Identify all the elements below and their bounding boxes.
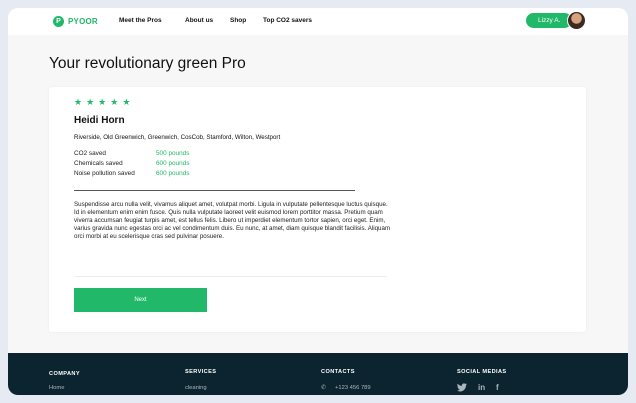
footer-heading-company: COMPANY xyxy=(49,371,80,377)
stat-value: 600 pounds xyxy=(156,160,190,167)
footer-heading-contacts: CONTACTS xyxy=(321,369,355,375)
footer: COMPANY Home SERVICES cleaning CONTACTS … xyxy=(8,353,628,395)
app-frame: P PYOOR Meet the Pros About us Shop Top … xyxy=(8,8,628,395)
footer-heading-social: SOCIAL MEDIAS xyxy=(457,369,507,375)
logo-icon: P xyxy=(53,16,64,27)
pro-description: Suspendisse arcu nulla velit, vivamus al… xyxy=(74,201,391,241)
stat-label: Chemicals saved xyxy=(74,160,123,167)
stat-value: 500 pounds xyxy=(156,150,190,157)
footer-link-home[interactable]: Home xyxy=(49,385,64,391)
facebook-icon[interactable]: f xyxy=(496,383,499,392)
stat-label: Noise pollution saved xyxy=(74,170,135,177)
pro-card: ★ ★ ★ ★ ★ Heidi Horn Riverside, Old Gree… xyxy=(49,87,586,332)
footer-heading-services: SERVICES xyxy=(185,369,217,375)
phone-icon: ✆ xyxy=(321,385,327,391)
user-menu-button[interactable]: Lizzy A. xyxy=(526,13,572,28)
avatar[interactable] xyxy=(567,11,586,30)
next-button[interactable]: Next xyxy=(74,288,207,312)
linkedin-icon[interactable]: in xyxy=(478,383,485,392)
star-icon: ★ xyxy=(122,97,131,107)
stat-label: CO2 saved xyxy=(74,150,106,157)
star-icon: ★ xyxy=(110,97,119,107)
star-icon: ★ xyxy=(86,97,95,107)
nav-link-about-us[interactable]: About us xyxy=(185,17,213,24)
logo-text: PYOOR xyxy=(68,17,98,26)
divider xyxy=(74,276,387,277)
nav-link-shop[interactable]: Shop xyxy=(230,17,246,24)
divider xyxy=(74,190,355,191)
pro-name: Heidi Horn xyxy=(74,115,125,126)
twitter-icon[interactable] xyxy=(457,383,467,394)
star-icon: ★ xyxy=(74,97,83,107)
top-nav: P PYOOR Meet the Pros About us Shop Top … xyxy=(8,8,628,35)
nav-link-top-co2-savers[interactable]: Top CO2 savers xyxy=(263,17,312,24)
logo[interactable]: P PYOOR xyxy=(53,16,98,27)
rating-stars: ★ ★ ★ ★ ★ xyxy=(74,98,130,107)
footer-phone[interactable]: +123 456 789 xyxy=(335,385,371,391)
star-icon: ★ xyxy=(98,97,107,107)
stat-value: 600 pounds xyxy=(156,170,190,177)
nav-link-meet-the-pros[interactable]: Meet the Pros xyxy=(119,17,162,24)
service-areas: Riverside, Old Greenwich, Greenwich, Cos… xyxy=(74,134,281,141)
footer-link-cleaning[interactable]: cleaning xyxy=(185,385,207,391)
user-name: Lizzy A. xyxy=(538,17,561,24)
page-title: Your revolutionary green Pro xyxy=(49,55,246,72)
